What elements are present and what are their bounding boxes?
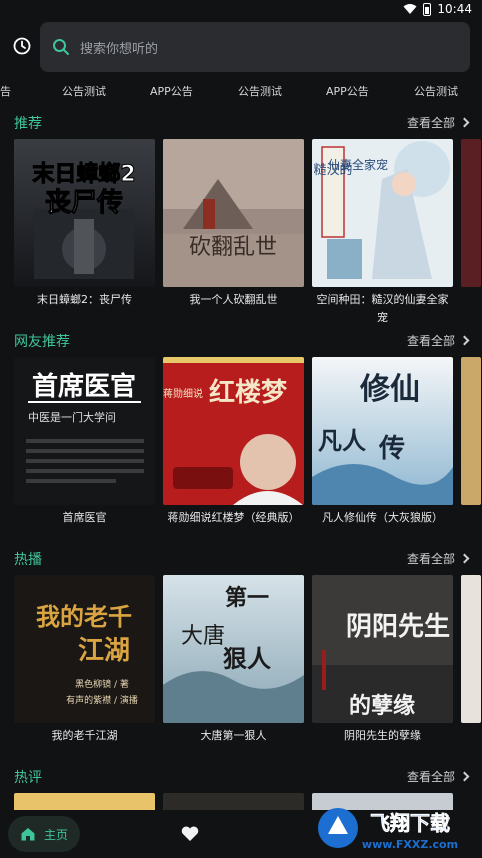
- cover-prefix: 大唐: [181, 624, 225, 649]
- ticker-item[interactable]: 告: [0, 83, 11, 99]
- book-card[interactable]: 末日蟑螂2 丧尸传 末日蟑螂2：丧尸传: [14, 139, 155, 309]
- book-cover: 我的老千 江湖 黑色柳镜 / 著 有声的紫襟 / 演播: [14, 575, 155, 723]
- book-row-user-picks: 首席医官 中医是一门大学问 首席医官 红楼梦 蒋勋细说 蒋勋细说红楼梦（经典版）…: [14, 357, 482, 557]
- see-all-recommend[interactable]: 查看全部: [406, 114, 470, 131]
- cover-author: 黑色柳镜 / 著: [75, 678, 129, 690]
- see-all-hot-reviews[interactable]: 查看全部: [406, 768, 470, 785]
- book-card-peek[interactable]: [461, 575, 481, 723]
- search-input[interactable]: 搜索你想听的: [40, 22, 470, 72]
- cover-subtitle: 凡人: [318, 427, 366, 455]
- book-title: 首席医官: [62, 511, 107, 524]
- section-title-user-picks: 网友推荐: [14, 334, 70, 350]
- see-all-label: 查看全部: [406, 770, 455, 784]
- nav-home-label: 主页: [43, 827, 68, 842]
- cover-narrator: 有声的紫襟 / 演播: [66, 694, 138, 706]
- cover-title: 第一: [225, 585, 269, 611]
- cover-subtitle: 江湖: [78, 636, 130, 666]
- book-card[interactable]: 第一 狠人 大唐 大唐第一狠人: [163, 575, 304, 745]
- site-watermark-logo: 飞翔下载 www.FXXZ.com: [318, 808, 458, 851]
- see-all-user-picks[interactable]: 查看全部: [406, 332, 470, 349]
- search-icon: [53, 39, 69, 55]
- cover-title: 红楼梦: [209, 377, 288, 408]
- home-icon: [21, 828, 35, 841]
- battery-icon: [423, 2, 432, 16]
- cover-suffix: 传: [378, 434, 405, 464]
- book-card[interactable]: 阴阳先生 的孽缘 阴阳先生的孽缘: [312, 575, 453, 745]
- heart-icon[interactable]: [180, 824, 200, 844]
- book-cover: 阴阳先生 的孽缘: [312, 575, 453, 723]
- cover-title: 我的老千: [36, 603, 132, 631]
- see-all-label: 查看全部: [406, 116, 455, 130]
- announcement-ticker[interactable]: 告 公告测试 APP公告 公告测试 APP公告 公告测试: [0, 80, 482, 102]
- book-title: 蒋勋细说红楼梦（经典版）: [167, 511, 300, 524]
- search-header: 搜索你想听的: [0, 20, 482, 74]
- history-clock-icon[interactable]: [12, 36, 32, 56]
- see-all-label: 查看全部: [406, 552, 455, 566]
- chevron-right-icon: [459, 553, 470, 564]
- book-cover: 末日蟑螂2 丧尸传: [14, 139, 155, 287]
- cover-subtitle: 仙妻全家宠: [328, 157, 388, 172]
- ticker-item[interactable]: 公告测试: [238, 83, 282, 99]
- book-cover: 红楼梦 蒋勋细说: [163, 357, 304, 505]
- book-cover: 第一 狠人 大唐: [163, 575, 304, 723]
- book-row-recommend: 末日蟑螂2 丧尸传 末日蟑螂2：丧尸传 砍翻乱世 我一个人砍翻乱世 糙汉的 仙妻…: [14, 139, 482, 339]
- see-all-label: 查看全部: [406, 334, 455, 348]
- cover-subtitle: 狠人: [223, 645, 271, 673]
- ticker-item[interactable]: APP公告: [326, 83, 369, 99]
- ticker-item[interactable]: APP公告: [150, 83, 193, 99]
- book-title: 空间种田：糙汉的仙妻全家宠: [316, 293, 449, 324]
- chevron-right-icon: [459, 335, 470, 346]
- cover-subtitle: 的孽缘: [349, 693, 415, 719]
- book-card[interactable]: 砍翻乱世 我一个人砍翻乱世: [163, 139, 304, 309]
- section-title-recommend: 推荐: [14, 116, 42, 132]
- status-time: 10:44: [437, 2, 472, 16]
- book-cover: 糙汉的 仙妻全家宠: [312, 139, 453, 287]
- cover-subtitle: 中医是一门大学问: [28, 410, 116, 424]
- book-row-hot: 我的老千 江湖 黑色柳镜 / 著 有声的紫襟 / 演播 我的老千江湖 第一 狠人…: [14, 575, 482, 775]
- book-title: 我一个人砍翻乱世: [189, 293, 278, 306]
- section-title-hot-reviews: 热评: [14, 770, 42, 786]
- cover-subtitle: 丧尸传: [45, 188, 123, 218]
- book-card-peek[interactable]: [461, 139, 481, 287]
- status-bar: 10:44: [0, 0, 482, 20]
- cover-title: 首席医官: [32, 371, 136, 402]
- book-card[interactable]: 红楼梦 蒋勋细说 蒋勋细说红楼梦（经典版）: [163, 357, 304, 527]
- cover-title: 修仙: [359, 372, 420, 407]
- wifi-icon: [403, 4, 417, 14]
- book-card[interactable]: 首席医官 中医是一门大学问 首席医官: [14, 357, 155, 527]
- cover-subtitle: 蒋勋细说: [163, 387, 203, 400]
- ticker-item[interactable]: 公告测试: [62, 83, 106, 99]
- book-cover: 首席医官 中医是一门大学问: [14, 357, 155, 505]
- cover-title: 末日蟑螂2: [32, 161, 135, 187]
- chevron-right-icon: [459, 117, 470, 128]
- book-cover: 砍翻乱世: [163, 139, 304, 287]
- ticker-item[interactable]: 公告测试: [414, 83, 458, 99]
- nav-home-button[interactable]: 主页: [8, 816, 80, 852]
- book-title: 凡人修仙传（大灰狼版）: [322, 511, 443, 524]
- book-title: 大唐第一狠人: [200, 729, 267, 742]
- book-card[interactable]: 修仙 凡人 传 凡人修仙传（大灰狼版）: [312, 357, 453, 527]
- see-all-hot[interactable]: 查看全部: [406, 550, 470, 567]
- book-card[interactable]: 糙汉的 仙妻全家宠 空间种田：糙汉的仙妻全家宠: [312, 139, 453, 327]
- search-placeholder: 搜索你想听的: [80, 41, 159, 57]
- book-card[interactable]: 我的老千 江湖 黑色柳镜 / 著 有声的紫襟 / 演播 我的老千江湖: [14, 575, 155, 745]
- book-title: 我的老千江湖: [51, 729, 118, 742]
- book-card-peek[interactable]: [461, 357, 481, 505]
- cover-title: 砍翻乱世: [189, 235, 277, 260]
- watermark-url: www.FXXZ.com: [362, 838, 458, 851]
- book-cover: 修仙 凡人 传: [312, 357, 453, 505]
- book-title: 末日蟑螂2：丧尸传: [37, 293, 132, 306]
- section-title-hot: 热播: [14, 552, 42, 568]
- cover-title: 阴阳先生: [346, 612, 450, 642]
- watermark-title: 飞翔下载: [370, 811, 450, 835]
- book-title: 阴阳先生的孽缘: [344, 729, 421, 742]
- chevron-right-icon: [459, 771, 470, 782]
